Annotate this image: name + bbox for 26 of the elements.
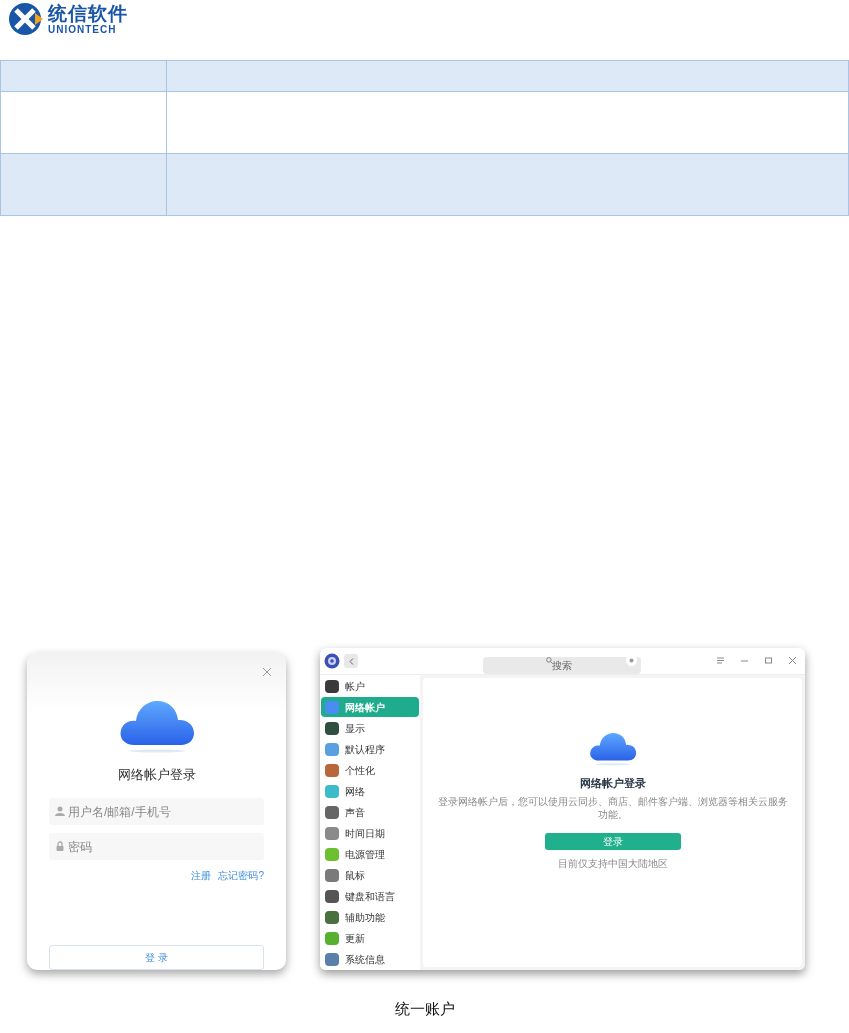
sidebar-item[interactable]: 个性化 — [321, 760, 419, 780]
sidebar-item[interactable]: 电源管理 — [321, 844, 419, 864]
link[interactable]: 注册 — [191, 868, 212, 884]
sidebar-item[interactable]: 系统信息 — [321, 949, 419, 969]
login-button[interactable]: 登 录 — [49, 945, 264, 970]
sidebar-item[interactable]: 声音 — [321, 802, 419, 822]
figure-caption: 统一账户 — [393, 999, 456, 1019]
input-field[interactable]: 密码 — [49, 833, 264, 861]
sidebar-item[interactable]: 时间日期 — [321, 823, 419, 843]
sidebar-item[interactable]: 显示 — [321, 718, 419, 738]
input-field[interactable]: 用户名/邮箱/手机号 — [49, 798, 264, 826]
logo-subtitle: UNIONTECH — [48, 24, 118, 35]
sidebar-item[interactable]: 辅助功能 — [321, 907, 419, 927]
sidebar-item[interactable]: 鼠标 — [321, 865, 419, 885]
sidebar-item[interactable]: 键盘和语言 — [321, 886, 419, 906]
description-text: 登录网络帐户后，您可以使用云同步、商店、邮件客户端、浏览器等相关云服务功能。 — [436, 794, 789, 821]
logo-name: 统信软件 — [48, 3, 128, 23]
search-field[interactable]: 搜索 — [483, 657, 641, 674]
dialog-title: 网络帐户登录 — [117, 765, 196, 784]
sidebar-item[interactable]: 默认程序 — [321, 739, 419, 759]
note-text: 目前仅支持中国大陆地区 — [557, 856, 668, 871]
page-title: 网络帐户登录 — [579, 776, 646, 791]
link[interactable]: 忘记密码? — [218, 868, 264, 884]
sidebar-item[interactable]: 帐户 — [321, 676, 419, 696]
sidebar-item[interactable]: 更新 — [321, 928, 419, 948]
sidebar-item[interactable]: 网络 — [321, 781, 419, 801]
